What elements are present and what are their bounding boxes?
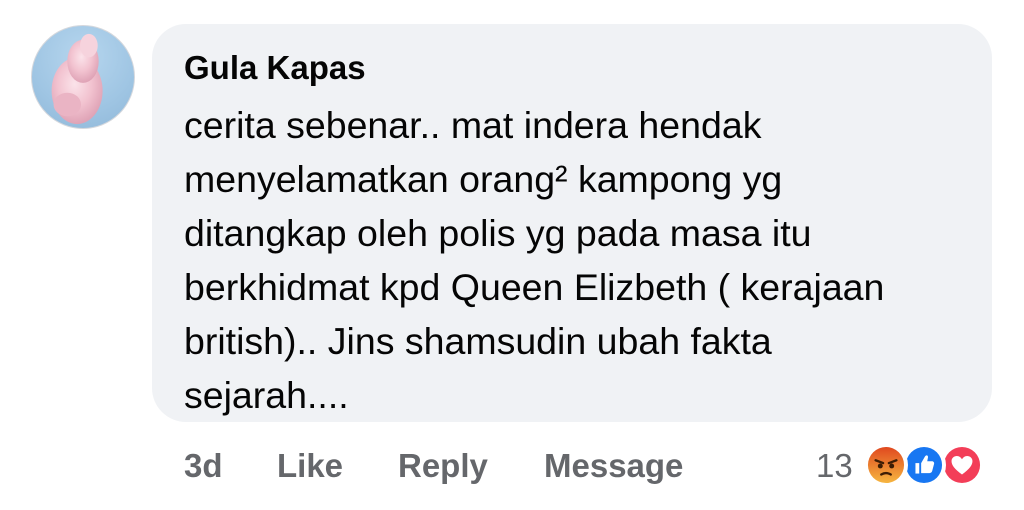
comment-text-line: menyelamatkan orang² kampong yg bbox=[184, 158, 783, 200]
cotton-candy-avatar-icon bbox=[51, 33, 103, 125]
reactions-summary[interactable]: 13 bbox=[816, 440, 996, 492]
author-avatar[interactable] bbox=[31, 25, 135, 129]
reaction-count: 13 bbox=[816, 447, 853, 484]
comment-text-line: ditangkap oleh polis yg pada masa itu bbox=[184, 212, 812, 254]
comment-text-line: sejarah.... bbox=[184, 374, 349, 416]
comment-author-name[interactable]: Gula Kapas bbox=[184, 48, 366, 88]
message-button[interactable]: Message bbox=[544, 446, 683, 486]
comment-actions-bar: 3d Like Reply Message 13 bbox=[0, 440, 1024, 492]
comment-text: cerita sebenar.. mat indera hendak menye… bbox=[184, 98, 984, 422]
reply-button[interactable]: Reply bbox=[398, 446, 488, 486]
like-button[interactable]: Like bbox=[277, 446, 343, 486]
comment-text-line: british).. Jins shamsudin ubah fakta bbox=[184, 320, 772, 362]
comment-text-line: cerita sebenar.. mat indera hendak bbox=[184, 104, 762, 146]
comment-timestamp[interactable]: 3d bbox=[184, 446, 223, 486]
comment-text-line: berkhidmat kpd Queen Elizbeth ( kerajaan bbox=[184, 266, 885, 308]
like-reaction-icon bbox=[902, 443, 946, 487]
love-reaction-icon bbox=[940, 443, 984, 487]
angry-reaction-icon bbox=[864, 443, 908, 487]
